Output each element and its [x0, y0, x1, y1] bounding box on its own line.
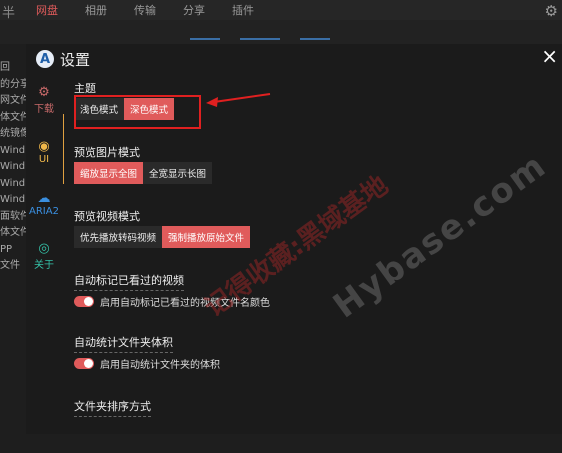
auto-mark-toggle[interactable]	[74, 296, 94, 307]
app-logo: 半	[2, 6, 16, 21]
sidebar-item-about[interactable]: ◎ 关于	[26, 230, 62, 282]
ui-icon: ◉	[38, 138, 50, 154]
dialog-title: 设置	[60, 50, 91, 69]
settings-sidebar: ⚙ 下载 ◉ UI ☁ ARIA2 ◎ 关于	[26, 74, 62, 282]
tab-transfer[interactable]: 传输	[134, 2, 183, 18]
full-width-long-image-button[interactable]: 全宽显示长图	[143, 162, 213, 184]
folder-size-section-title: 自动统计文件夹体积	[74, 334, 173, 353]
sidebar-item-label: 关于	[34, 259, 54, 271]
highlight-box	[74, 95, 201, 129]
tab-share[interactable]: 分享	[183, 2, 232, 18]
sidebar-item-aria2[interactable]: ☁ ARIA2	[26, 178, 62, 230]
annotation-arrow-icon	[206, 93, 271, 107]
tab-plugins[interactable]: 插件	[232, 2, 281, 18]
image-preview-options: 缩放显示全图 全宽显示长图	[74, 162, 213, 184]
force-original-button[interactable]: 强制播放原始文件	[162, 226, 251, 248]
prefer-transcoded-button[interactable]: 优先播放转码视频	[74, 226, 163, 248]
auto-mark-section-title: 自动标记已看过的视频	[74, 272, 184, 291]
cloud-icon: ☁	[37, 190, 51, 206]
folder-size-label: 启用自动统计文件夹的体积	[100, 360, 220, 371]
background-link	[190, 38, 220, 40]
app-icon: A	[36, 50, 54, 68]
image-preview-section-title: 预览图片模式	[74, 144, 140, 163]
tab-netdisk[interactable]: 网盘	[36, 2, 85, 18]
top-bar: 半 网盘 相册 传输 分享 插件 ⚙	[0, 0, 562, 21]
fit-full-image-button[interactable]: 缩放显示全图	[74, 162, 144, 184]
folder-size-toggle[interactable]	[74, 358, 94, 369]
info-icon: ◎	[38, 240, 50, 256]
background-link	[300, 38, 330, 40]
toggle-knob	[84, 297, 93, 306]
background-toolbar	[0, 20, 562, 44]
sort-section-title: 文件夹排序方式	[74, 398, 151, 417]
settings-gear-icon[interactable]: ⚙	[545, 2, 558, 20]
dialog-header: A 设置	[36, 48, 90, 70]
sidebar-item-download[interactable]: ⚙ 下载	[26, 74, 62, 126]
video-preview-options: 优先播放转码视频 强制播放原始文件	[74, 226, 251, 248]
background-link	[240, 38, 280, 40]
toggle-knob	[84, 359, 93, 368]
sidebar-item-label: 下载	[34, 103, 54, 115]
top-nav: 网盘 相册 传输 分享 插件	[36, 2, 281, 18]
close-button[interactable]: ×	[541, 44, 558, 68]
sidebar-item-label: ARIA2	[29, 205, 59, 217]
watermark-text-en: Hybase.com	[326, 145, 555, 327]
video-preview-section-title: 预览视频模式	[74, 208, 140, 227]
sidebar-item-ui[interactable]: ◉ UI	[26, 126, 62, 178]
gear-icon: ⚙	[38, 84, 50, 100]
sidebar-active-indicator	[63, 114, 64, 184]
sidebar-item-label: UI	[38, 153, 50, 165]
folder-size-row: 启用自动统计文件夹的体积	[74, 356, 220, 371]
tab-album[interactable]: 相册	[85, 2, 134, 18]
